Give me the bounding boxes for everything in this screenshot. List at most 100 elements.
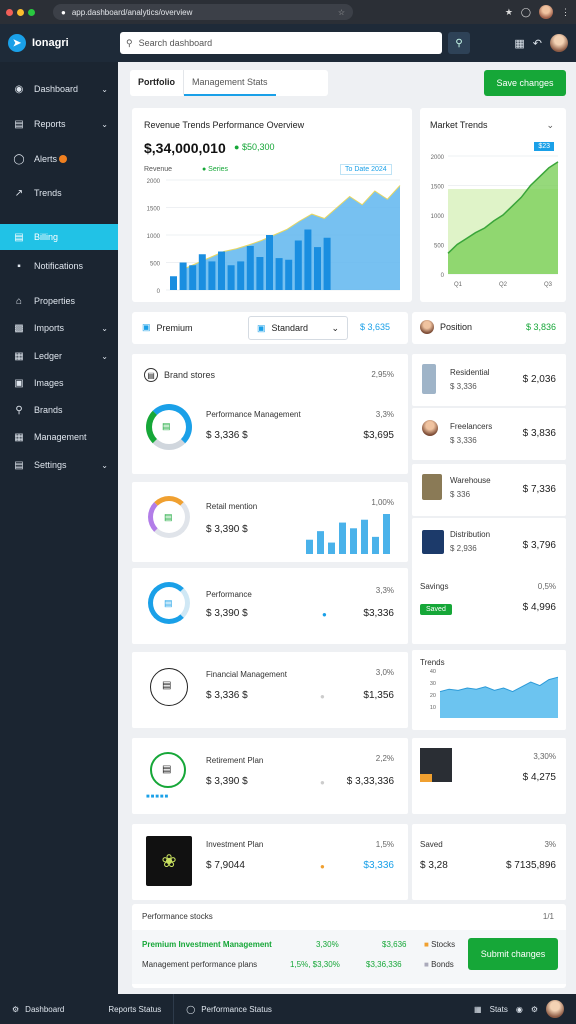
sidebar-item-brands[interactable]: ⚲ Brands (0, 397, 118, 423)
account-label: Position (440, 322, 473, 332)
list-item-value: $ 3,390 $ (206, 608, 248, 619)
list-item[interactable]: ▤ Retail mention 1,00% $ 3,390 $ (132, 482, 408, 562)
right-list-item[interactable]: Saved 3% $ 3,28 $ 7135,896 (412, 824, 566, 900)
browser-profile-avatar[interactable] (539, 5, 553, 19)
bar (294, 240, 302, 290)
bottom-status[interactable]: ◯ Performance Status (173, 994, 284, 1024)
sidebar-item-properties[interactable]: ⌂ Properties (0, 288, 118, 314)
list-item[interactable]: ❀ Investment Plan 1,5% $ 7,9044 ● $3,336 (132, 824, 408, 900)
bookmark-star-icon[interactable]: ★ (505, 7, 513, 18)
list-item-delta: $3,336 (363, 608, 394, 619)
list-item-value: $ 3,390 $ (206, 524, 248, 535)
bottom-reports[interactable]: Reports Status (96, 994, 173, 1024)
submit-button[interactable]: Submit changes (468, 938, 558, 970)
sidebar-item-label: Reports (34, 119, 66, 129)
app-header: ➤ Ionagri ⚲ Search dashboard ⚲ ▦ ↶ (0, 24, 576, 62)
star-icon[interactable]: ☆ (338, 8, 345, 17)
list-item-pct: 3,3% (375, 586, 394, 595)
performance-footer: Performance stocks 1/1 Premium Investmen… (132, 904, 566, 988)
bar (372, 536, 379, 554)
bottom-dashboard-label: Dashboard (25, 1004, 65, 1014)
list-item-pct: 3,0% (375, 668, 394, 677)
sidebar-item-imports[interactable]: ▩ Imports ⌄ (0, 315, 118, 341)
sidebar-item-management[interactable]: ▦ Management (0, 424, 118, 450)
url-bar[interactable]: ● app.dashboard/analytics/overview ☆ (53, 4, 353, 20)
main-content: Portfolio Management Stats Save changes … (118, 62, 576, 994)
sidebar-item-settings[interactable]: ▤ Settings ⌄ (0, 452, 118, 478)
footer-row1-b: $3,636 (382, 940, 407, 949)
bottom-stats-label[interactable]: Stats (490, 1005, 508, 1014)
right-item-sub: $ 3,336 (450, 382, 477, 391)
right-item-title: Freelancers (450, 422, 493, 431)
brand[interactable]: ➤ Ionagri (0, 34, 118, 52)
list-item-title: Performance (206, 590, 252, 599)
sidebar-item-dashboard[interactable]: ◉ Dashboard ⌄ (0, 76, 118, 102)
bottom-reports-label: Reports Status (108, 1004, 162, 1014)
bottom-dashboard[interactable]: ⚙ Dashboard (0, 994, 76, 1024)
sidebar-item-trends[interactable]: ↗ Trends (0, 180, 118, 206)
right-list-item[interactable]: Freelancers $ 3,336 $ 3,836 (412, 408, 566, 460)
right-list-item[interactable]: Residential $ 3,336 $ 2,036 (412, 354, 566, 406)
bar (266, 235, 273, 290)
brand-logo-icon: ➤ (8, 34, 26, 52)
gear-icon[interactable]: ⚙ (531, 1005, 538, 1014)
chevron-down-icon[interactable]: ⌄ (546, 120, 554, 131)
list-item-title: Financial Management (206, 670, 287, 679)
y-tick-label: 1000 (431, 214, 445, 220)
bottom-user-avatar[interactable] (546, 1000, 564, 1018)
calendar-icon[interactable]: ▦ (514, 37, 524, 50)
list-item[interactable]: ▤ Financial Management 3,0% $ 3,336 $ ● … (132, 652, 408, 728)
search-button[interactable]: ⚲ (448, 32, 470, 54)
right-list-item[interactable]: 3,30% $ 4,275 (412, 738, 566, 814)
right-item-sub: $ 2,936 (450, 544, 477, 553)
close-window-icon[interactable] (6, 8, 13, 16)
tab-management-stats[interactable]: Management Stats (184, 70, 276, 96)
bar (306, 539, 313, 554)
tab-portfolio[interactable]: Portfolio (130, 70, 184, 96)
sidebar-item-label: Billing (34, 232, 59, 242)
grid-icon[interactable]: ▦ (474, 1005, 482, 1014)
save-button[interactable]: Save changes (484, 70, 566, 96)
imports-icon: ▩ (14, 322, 24, 334)
notification-badge (59, 155, 68, 163)
list-item-delta: $3,336 (363, 860, 394, 871)
sidebar-item-billing[interactable]: ▤ Billing (0, 224, 118, 250)
bar (275, 258, 283, 290)
share-icon[interactable]: ↶ (533, 37, 542, 50)
right-list-item[interactable]: Distribution $ 2,936 $ 3,796 (412, 518, 566, 570)
browser-menu-icon[interactable]: ⋮ (561, 7, 570, 18)
trends-card: Trends 10 20 30 40 (412, 650, 566, 730)
shield-icon[interactable]: ◯ (521, 7, 531, 18)
record-icon[interactable]: ◉ (516, 1005, 523, 1014)
sidebar-item-reports[interactable]: ▤ Reports ⌄ (0, 111, 118, 137)
browser-actions: ★ ◯ ⋮ (505, 5, 570, 19)
filter-standard-select[interactable]: ▣ Standard ⌄ (248, 316, 348, 340)
mini-bar-chart (306, 514, 390, 554)
maximize-window-icon[interactable] (28, 8, 35, 16)
sidebar-item-ledger[interactable]: ▦ Ledger ⌄ (0, 343, 118, 369)
revenue-change: ● $50,300 (234, 142, 275, 152)
sidebar-item-notifications[interactable]: ▪ Notifications (0, 253, 118, 279)
search-input[interactable]: ⚲ Search dashboard (120, 32, 442, 54)
account-avatar[interactable] (420, 320, 434, 334)
minimize-window-icon[interactable] (17, 8, 24, 16)
list-item[interactable]: ▤ ■■■■■ Retirement Plan 2,2% $ 3,390 $ ●… (132, 738, 408, 814)
sidebar: ◉ Dashboard ⌄ ▤ Reports ⌄ ◯ Alerts ↗ Tre… (0, 62, 118, 994)
list-item[interactable]: ▤ Brand stores 2,95% ▤ Performance Manag… (132, 354, 408, 474)
user-avatar[interactable] (550, 34, 568, 52)
chevron-down-icon: ⌄ (101, 351, 108, 361)
sidebar-item-alerts[interactable]: ◯ Alerts (0, 146, 118, 172)
list-item-delta: $3,695 (363, 430, 394, 441)
list-item[interactable]: ▤ Performance 3,3% $ 3,390 $ ● $3,336 (132, 568, 408, 644)
bar (350, 528, 357, 554)
saved-tag[interactable]: Saved (420, 604, 452, 615)
chevron-down-icon: ⌄ (101, 84, 108, 94)
right-list-item[interactable]: Warehouse $ 336 $ 7,336 (412, 464, 566, 516)
revenue-chart: 0 500 1000 1500 2000 (147, 179, 401, 295)
y-tick-label: 1000 (147, 234, 161, 240)
y-tick-label: 0 (157, 289, 161, 295)
filter-premium[interactable]: ▣ Premium (142, 322, 193, 333)
right-item-sub: 3,30% (533, 752, 556, 761)
sidebar-item-images[interactable]: ▣ Images (0, 370, 118, 396)
right-list-item[interactable]: Savings 0,5% Saved $ 4,996 (412, 568, 566, 644)
